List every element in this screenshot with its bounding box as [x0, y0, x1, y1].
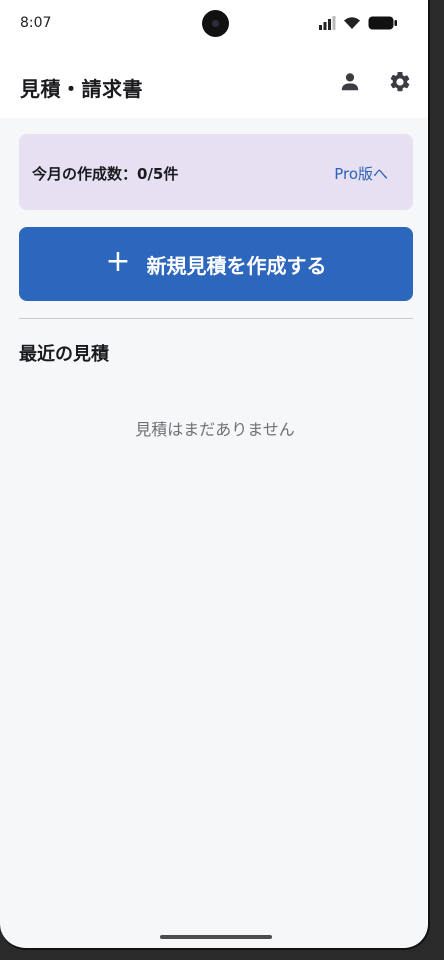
- settings-button[interactable]: [386, 70, 414, 98]
- page-title: 見積・請求書: [20, 77, 143, 101]
- plus-icon: +: [105, 244, 131, 279]
- empty-state-message: 見積はまだありません: [135, 420, 295, 439]
- front-camera: [202, 10, 229, 37]
- section-divider: [19, 318, 413, 319]
- status-bar: 8:07: [0, 0, 428, 48]
- account-button[interactable]: [336, 70, 364, 98]
- home-indicator[interactable]: [160, 935, 272, 939]
- wifi-icon: [343, 15, 361, 34]
- recent-estimates-title: 最近の見積: [19, 344, 109, 365]
- phone-screen: 8:07 見積・請求書 今月の作成数：0/5件 Pro版へ + 新規見積を作成す…: [0, 0, 430, 950]
- settings-gear-icon: [388, 70, 412, 98]
- app-bar: 見積・請求書: [0, 48, 428, 118]
- account-icon: [339, 71, 361, 97]
- upgrade-pro-link[interactable]: Pro版へ: [334, 163, 388, 184]
- create-estimate-button[interactable]: + 新規見積を作成する: [19, 227, 413, 301]
- signal-icon: [318, 15, 336, 34]
- status-time: 8:07: [20, 15, 52, 31]
- battery-icon: [368, 15, 398, 34]
- create-estimate-label: 新規見積を作成する: [146, 253, 327, 278]
- status-icons: [318, 15, 398, 33]
- monthly-usage-text: 今月の作成数：0/5件: [32, 165, 179, 183]
- usage-card: 今月の作成数：0/5件 Pro版へ: [19, 134, 413, 210]
